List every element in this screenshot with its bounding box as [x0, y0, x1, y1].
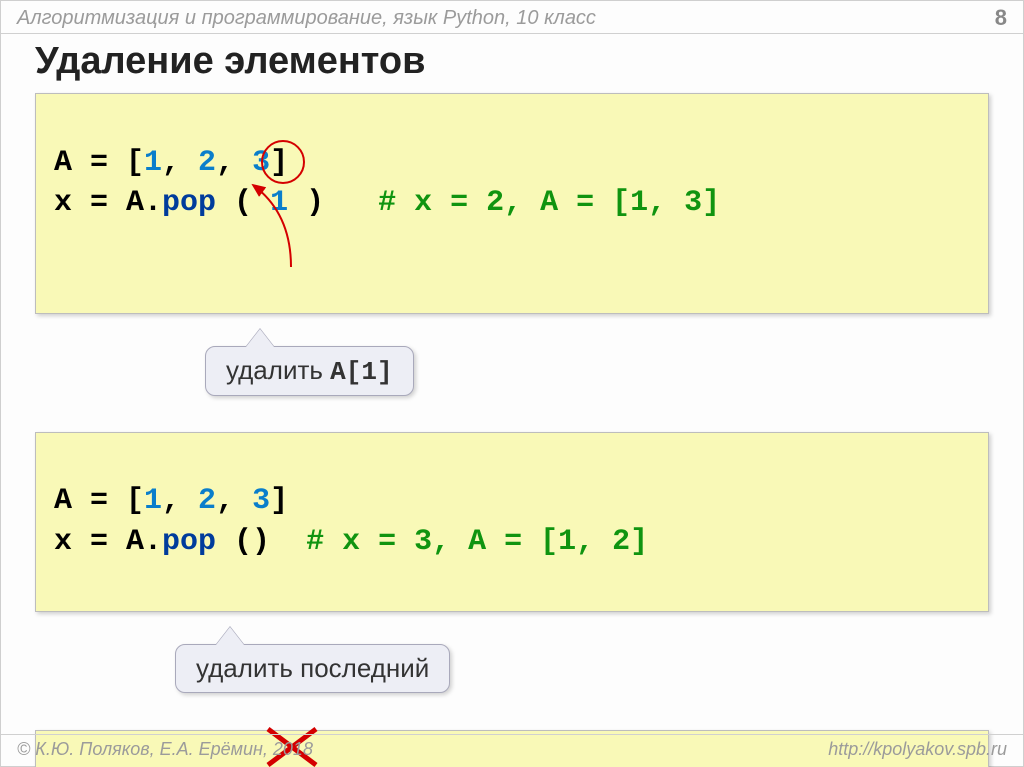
slide: Алгоритмизация и программирование, язык … [0, 0, 1024, 767]
content-area: A = [1, 2, 3] x = A.pop ( 1 ) # x = 2, A… [1, 93, 1023, 767]
callout-text: удалить [226, 355, 330, 385]
code-box-pop-last: A = [1, 2, 3] x = A.pop () # x = 3, A = … [35, 432, 989, 612]
callout-delete-last: удалить последний [175, 644, 450, 693]
callout-wrap-2: удалить последний [35, 644, 989, 700]
code-text: A = [1, 2, 3] x = A.pop ( 1 ) # x = 2, A… [54, 146, 720, 221]
callout-tail [216, 627, 244, 645]
callout-wrap-1: удалить A[1] [35, 346, 989, 402]
callout-text: удалить последний [196, 653, 429, 683]
footer-url: http://kpolyakov.spb.ru [828, 739, 1007, 760]
footer-copyright: © К.Ю. Поляков, Е.А. Ерёмин, 2018 [17, 739, 313, 760]
header-subject: Алгоритмизация и программирование, язык … [17, 7, 596, 30]
code-text: A = [1, 2, 3] x = A.pop () # x = 3, A = … [54, 484, 648, 559]
callout-delete-index: удалить A[1] [205, 346, 414, 396]
footer-bar: © К.Ю. Поляков, Е.А. Ерёмин, 2018 http:/… [1, 734, 1023, 766]
slide-title: Удаление элементов [1, 34, 1023, 93]
callout-code: A[1] [330, 357, 392, 387]
header-bar: Алгоритмизация и программирование, язык … [1, 1, 1023, 34]
page-number: 8 [995, 5, 1007, 31]
callout-tail [246, 329, 274, 347]
code-box-pop-index: A = [1, 2, 3] x = A.pop ( 1 ) # x = 2, A… [35, 93, 989, 314]
